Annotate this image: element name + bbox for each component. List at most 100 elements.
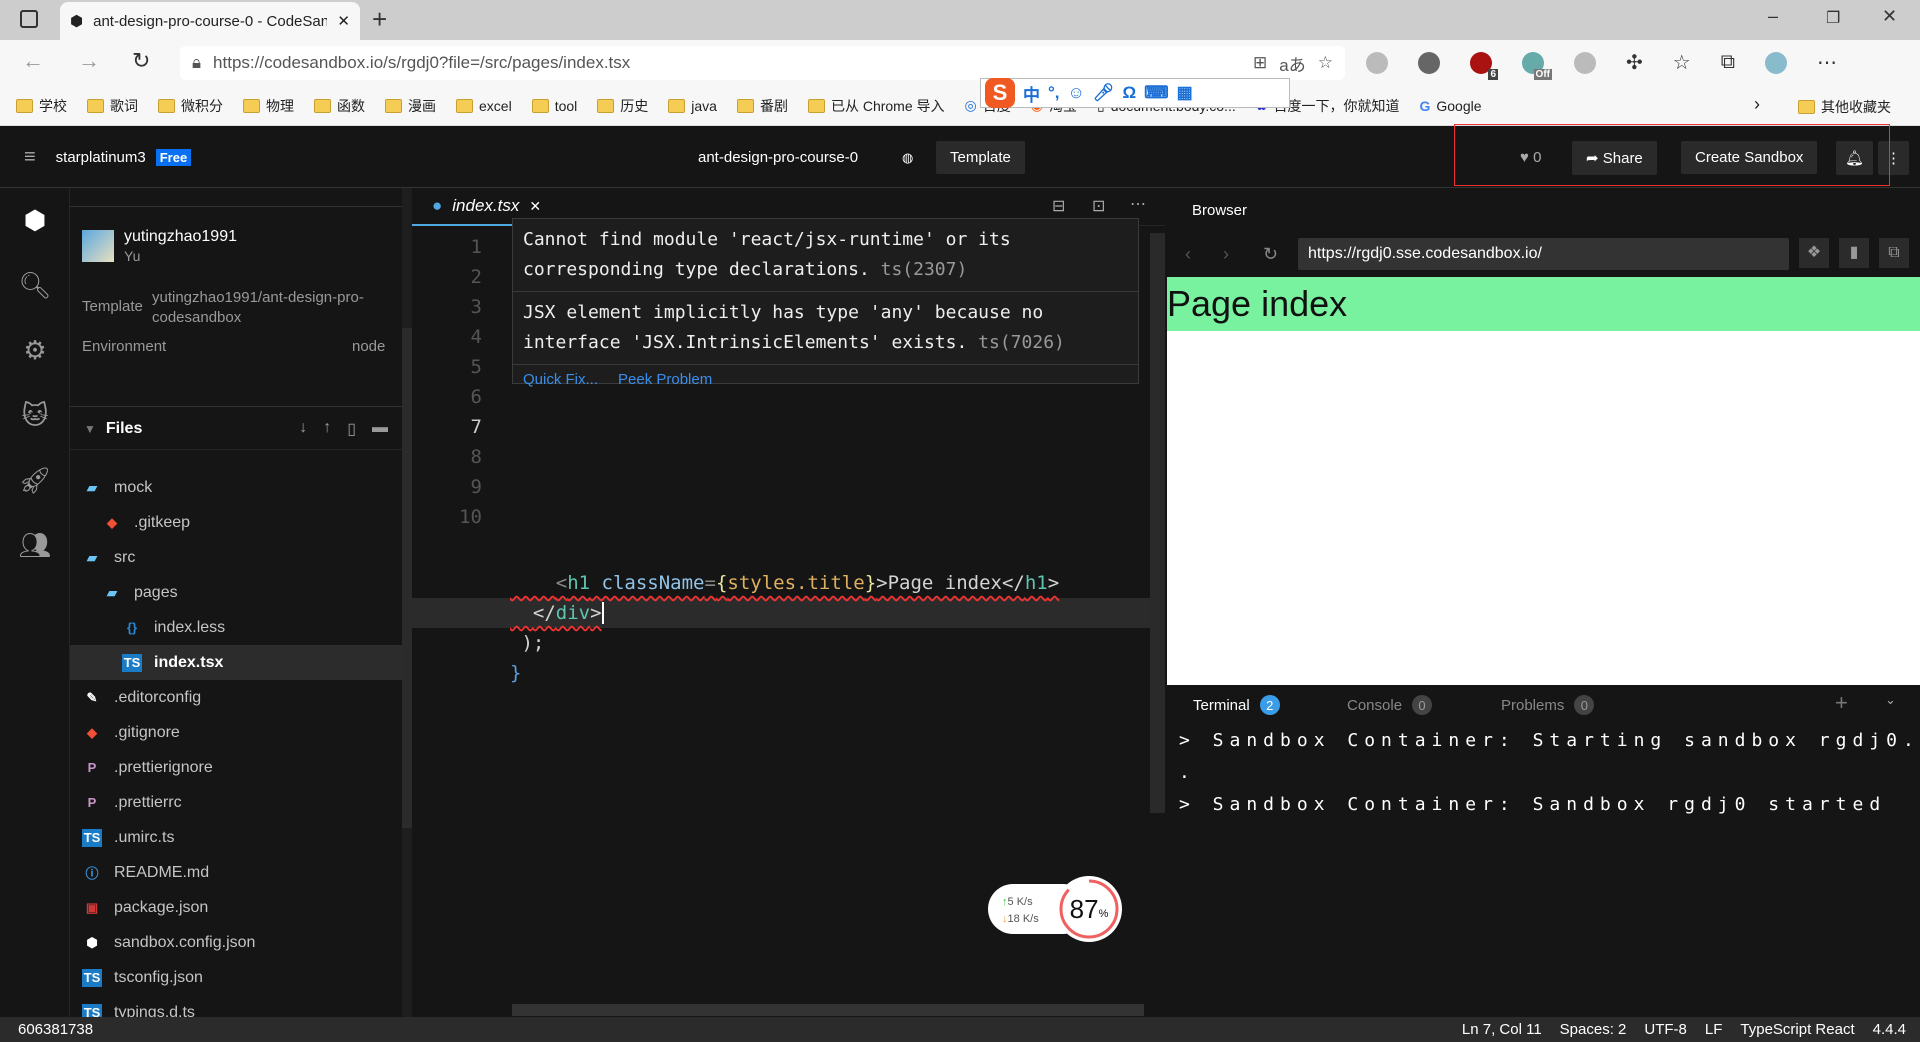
quick-fix-link[interactable]: Quick Fix... [523,371,598,388]
sandbox-name[interactable]: ant-design-pro-course-0 [698,149,858,166]
ime-symbol-icon[interactable]: Ω [1122,83,1136,103]
collapse-panel-icon[interactable]: ⌄ [1885,692,1896,708]
file-tree-item[interactable]: ▰ src [70,540,402,575]
preview-refresh-icon[interactable]: ↻ [1263,244,1278,265]
restore-icon[interactable]: ❐ [1826,8,1840,28]
ime-punct-icon[interactable]: °, [1048,83,1060,103]
file-tree-item[interactable]: ▣ package.json [70,890,402,925]
new-file-icon[interactable]: ▯ [347,419,356,439]
add-favorite-icon[interactable]: ☆ [1318,53,1333,73]
split-editor-icon[interactable]: ⊟ [1052,196,1065,216]
bookmark[interactable]: 已从 Chrome 导入 [807,96,945,116]
search-icon[interactable]: 🔍︎ [0,253,70,318]
editor-horizontal-scrollbar[interactable] [512,1004,1144,1016]
bookmark[interactable]: 学校 [16,96,67,116]
file-tree-item[interactable]: ▰ pages [70,575,402,610]
live-users-icon[interactable]: 👥︎ [0,513,70,578]
preview-forward-icon[interactable]: › [1223,244,1229,265]
tab-terminal[interactable]: Terminal 2 [1193,695,1280,715]
responsive-mode-icon[interactable]: ❖ [1799,238,1829,268]
author-name[interactable]: yutingzhao1991 [124,228,237,246]
bookmark[interactable]: tool [531,98,577,114]
sidebar-scroll-thumb[interactable] [402,328,412,828]
template-link[interactable]: yutingzhao1991/ant-design-pro-codesandbo… [152,288,372,328]
file-tree-item[interactable]: P .prettierrc [70,785,402,820]
bookmark[interactable]: 漫画 [385,96,436,116]
file-tree-item[interactable]: TS index.tsx [70,645,402,680]
add-terminal-icon[interactable]: + [1835,690,1848,716]
open-new-window-icon[interactable]: ▮ [1839,238,1869,268]
extension-tag-icon[interactable] [1366,51,1388,74]
author-avatar[interactable] [82,230,114,262]
editor-vertical-scrollbar[interactable] [1150,233,1165,813]
address-bar[interactable]: 🔒︎ https://codesandbox.io/s/rgdj0?file=/… [180,46,1345,80]
minimize-icon[interactable]: – [1768,6,1778,27]
project-info-icon[interactable]: ⬢ [0,188,70,253]
indentation[interactable]: Spaces: 2 [1560,1021,1627,1038]
browser-tab[interactable]: ⬢ ant-design-pro-course-0 - CodeSandbox … [60,2,360,40]
new-folder-icon[interactable]: ▬ [372,419,388,439]
github-icon[interactable]: 🐱︎ [0,383,70,448]
file-tree-item[interactable]: ⬢ sandbox.config.json [70,925,402,960]
end-of-line[interactable]: LF [1705,1021,1723,1038]
ime-keyboard-icon[interactable]: ⌨ [1144,83,1169,103]
code-line-7[interactable]: </div> [510,598,604,628]
network-speed-widget[interactable]: ↑5 K/s ↓18 K/s 87% [988,876,1123,942]
extension-off-icon[interactable]: Off [1522,51,1552,80]
encoding[interactable]: UTF-8 [1644,1021,1687,1038]
code-line-8[interactable]: ); [510,628,544,658]
ime-emoji-icon[interactable]: ☺ [1068,83,1085,103]
visibility-globe-icon[interactable]: ◍ [902,150,913,166]
new-tab-icon[interactable]: + [372,4,387,35]
download-icon[interactable]: ↓ [299,419,307,439]
files-section-header[interactable]: ▼ Files ↓ ↑ ▯ ▬ [70,408,402,450]
ime-skin-icon[interactable]: ▦ [1177,83,1193,103]
cursor-position[interactable]: Ln 7, Col 11 [1462,1021,1542,1038]
bookmark[interactable]: java [668,98,717,114]
app-available-icon[interactable]: ⊞ [1253,53,1267,73]
bookmark[interactable]: G Google [1419,98,1481,114]
file-tree-item[interactable]: ⓘ README.md [70,855,402,890]
ts-version[interactable]: 4.4.4 [1873,1021,1906,1038]
file-tree-item[interactable]: ▰ mock [70,470,402,505]
file-tree-item[interactable]: ✎ .editorconfig [70,680,402,715]
code-line-6[interactable]: <h1 className={styles.title}>Page index<… [510,568,1059,598]
editor-more-icon[interactable]: ⋯ [1130,194,1146,214]
more-bookmarks-icon[interactable]: › [1754,94,1760,115]
bookmark[interactable]: 番剧 [736,96,788,116]
language-mode[interactable]: TypeScript React [1740,1021,1854,1038]
extensions-icon[interactable]: ✣ [1626,50,1643,75]
preview-url-input[interactable]: https://rgdj0.sse.codesandbox.io/ [1298,238,1789,270]
collapse-triangle-icon[interactable]: ▼ [84,422,96,436]
bookmark[interactable]: 物理 [243,96,294,116]
forward-icon[interactable]: → [78,48,100,74]
close-window-icon[interactable]: ✕ [1882,6,1897,27]
gear-icon[interactable]: ⚙ [0,318,70,383]
deploy-rocket-icon[interactable]: 🚀︎ [0,448,70,513]
read-aloud-icon[interactable]: aあ [1279,51,1305,76]
back-icon[interactable]: ← [22,48,44,74]
sogou-logo-icon[interactable]: S [985,78,1015,108]
close-tab-icon[interactable]: ✕ [529,198,541,215]
bookmark[interactable]: 歌词 [87,96,138,116]
file-tree-item[interactable]: TS tsconfig.json [70,960,402,995]
extension-circle-icon[interactable] [1574,51,1596,74]
close-tab-icon[interactable]: ✕ [337,12,350,30]
file-tree-item[interactable]: {} index.less [70,610,402,645]
bookmark[interactable]: 历史 [597,96,648,116]
ublock-extension-icon[interactable]: 6 [1470,51,1498,80]
file-tree-item[interactable]: P .prettierignore [70,750,402,785]
file-tree-item[interactable]: TS .umirc.ts [70,820,402,855]
file-tree-item[interactable]: ◆ .gitkeep [70,505,402,540]
code-line-9[interactable]: } [510,658,521,688]
favorites-icon[interactable]: ☆ [1673,50,1691,75]
template-button[interactable]: Template [936,141,1025,174]
bookmark[interactable]: 微积分 [158,96,223,116]
tab-console[interactable]: Console 0 [1347,695,1433,715]
collections-icon[interactable]: ⧉ [1721,51,1735,74]
file-tree-item[interactable]: ◆ .gitignore [70,715,402,750]
peek-problem-link[interactable]: Peek Problem [618,371,712,388]
ime-voice-icon[interactable]: 🎤︎ [1093,83,1115,103]
tab-actions-icon[interactable] [20,10,38,28]
tab-problems[interactable]: Problems 0 [1501,695,1595,715]
